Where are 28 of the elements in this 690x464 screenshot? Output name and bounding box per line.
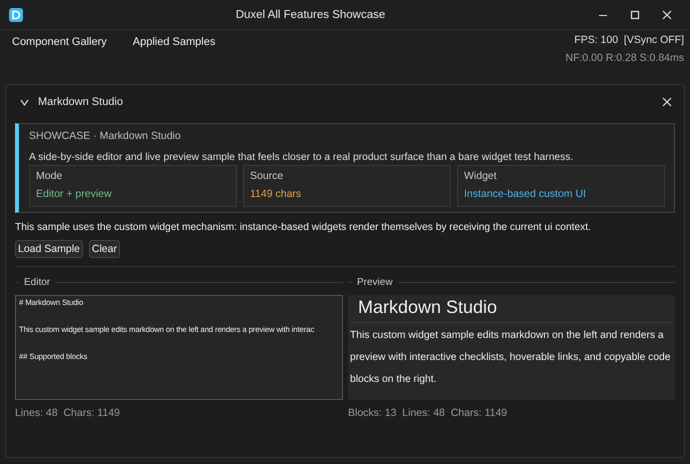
close-icon[interactable]: [662, 97, 672, 107]
menu-item[interactable]: Applied Samples: [132, 36, 216, 84]
editor-status: Lines: 48 Chars: 1149: [15, 407, 121, 419]
card-label: Mode: [36, 170, 64, 182]
preview-paragraph: This custom widget sample edits markdown on the left and renders a preview with interactive checklists, hoverable links, and copyable code blocks on the right.: [350, 329, 672, 387]
app-logo-icon: [9, 8, 23, 22]
action-button[interactable]: Load Sample: [15, 240, 83, 258]
window-title: Duxel All Features Showcase: [234, 8, 386, 20]
timing-readout: NF:0.00 R:0.28 S:0.84ms: [566, 52, 684, 64]
preview-heading: Markdown Studio: [350, 297, 673, 323]
preview-status: Blocks: 13 Lines: 48 Chars: 1149: [348, 407, 508, 419]
showcase-description: A side-by-side editor and live preview sample that feels closer to a real product surface than a bare widget test harness.: [29, 152, 574, 163]
menu-item[interactable]: Component Gallery: [12, 36, 107, 84]
preview-label: Preview: [348, 273, 675, 291]
close-icon[interactable]: [662, 10, 672, 20]
action-button[interactable]: Clear: [88, 240, 120, 258]
editor-label: Editor: [15, 273, 343, 291]
card-label: Source: [250, 170, 284, 182]
card-label: Widget: [464, 170, 498, 182]
panel-title: Markdown Studio: [38, 96, 124, 108]
maximize-icon[interactable]: [630, 10, 640, 20]
card-value: 1149 chars: [250, 188, 302, 200]
card-value: Instance-based custom UI: [464, 188, 587, 200]
chevron-icon[interactable]: [20, 98, 29, 106]
info-text: This sample uses the custom widget mechanism: instance-based widgets render themselves by receiving the current ui context.: [15, 222, 592, 233]
showcase-heading: SHOWCASE · Markdown Studio: [29, 130, 182, 142]
fps-readout: FPS: 100 [VSync OFF]: [574, 34, 684, 46]
card-value: Editor + preview: [36, 188, 113, 200]
